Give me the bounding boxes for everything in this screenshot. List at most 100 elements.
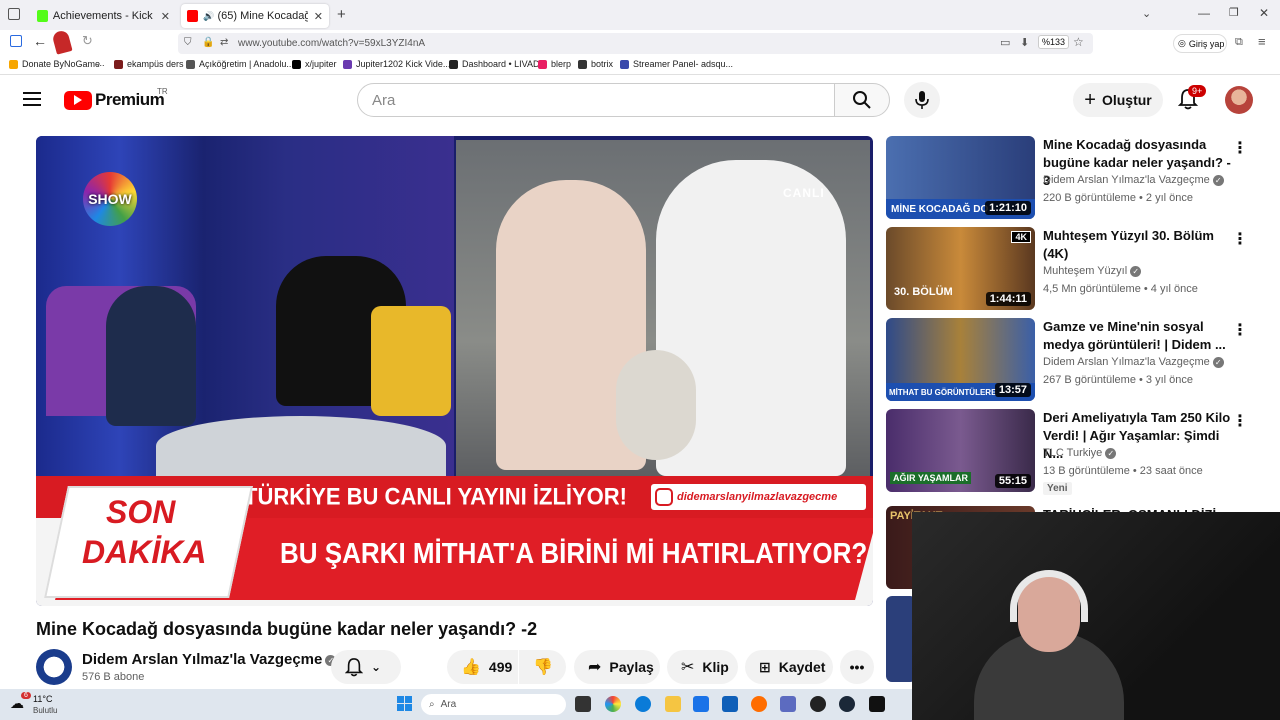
recommendation-thumbnail[interactable]: MİTHAT BU GÖRÜNTÜLERE 13:57 [886,318,1035,401]
recommendation-thumbnail[interactable]: 4K 30. BÖLÜM 1:44:11 [886,227,1035,310]
bookmark-item[interactable]: x/jupiter [292,59,337,69]
dislike-button[interactable]: 👎 [519,650,566,684]
obs-icon[interactable] [810,696,826,712]
close-icon[interactable]: ✕ [314,10,323,23]
channel-avatar[interactable] [36,649,72,685]
lower-third-banner: TÜRKİYE BU CANLI YAYINI İZLİYOR! didemar… [36,476,873,606]
bookmark-favicon-icon [620,59,629,69]
thumbs-up-icon: 👍 [461,659,481,676]
menu-icon[interactable]: ≡ [1258,34,1266,49]
tab-kick-dashboard[interactable]: Achievements - Kick Dashboard ✕ [31,4,176,28]
recommendation-meta: 220 B görüntüleme • 2 yıl önce [1043,192,1193,204]
bookmark-item[interactable]: blerp [538,59,571,69]
tab-youtube-video[interactable]: 🔊 (65) Mine Kocadağ dosyası ✕ [181,4,329,28]
edge-icon[interactable] [635,696,651,712]
channel-name[interactable]: Didem Arslan Yılmaz'la Vazgeçme ✓ [82,651,337,668]
signin-button[interactable]: ◎ Giriş yap [1173,34,1227,53]
bookmark-item[interactable]: Açıköğretim | Anadolu... [186,59,294,69]
tab-overview-icon[interactable] [8,8,20,20]
firefox-icon[interactable] [751,696,767,712]
microphone-icon [915,91,929,109]
extensions-icon[interactable]: ⧉ [1235,36,1243,49]
voice-search-button[interactable] [904,82,940,118]
copilot-icon[interactable] [605,696,621,712]
recommendation-item[interactable]: MİTHAT BU GÖRÜNTÜLERE 13:57 Gamze ve Min… [886,318,1256,403]
subscription-bell-button[interactable]: ⌄ [331,650,401,684]
bookmark-favicon-icon [578,59,587,69]
reload-icon[interactable]: ↻ [82,33,93,49]
bookmark-favicon-icon [186,59,195,69]
bookmark-item[interactable]: Streamer Panel- adsqu... [620,59,733,69]
teams-icon[interactable] [780,696,796,712]
lock-icon: 🔒 [202,37,215,48]
more-actions-button[interactable]: ••• [840,650,874,684]
show-tv-logo: SHOW [83,172,137,226]
recommendation-meta: 267 B görüntüleme • 3 yıl önce [1043,374,1193,386]
bookmark-favicon-icon [292,59,301,69]
save-button[interactable]: ⊞ Kaydet [745,650,833,684]
plus-icon: + [1084,88,1096,111]
zoom-level[interactable]: %133 [1038,35,1070,49]
screenshot-icon[interactable]: ⬇ [1020,36,1029,49]
file-explorer-icon[interactable] [665,696,681,712]
mail-icon[interactable] [722,696,738,712]
taskbar-search-input[interactable]: ⌕ Ara [421,694,566,715]
child-figure [616,350,696,460]
youtube-logo[interactable]: Premium [64,90,165,110]
store-icon[interactable] [693,696,709,712]
new-tab-icon[interactable]: + [337,6,346,23]
bookmark-item[interactable]: Jupiter1202 Kick Vide... [343,59,450,69]
bookmark-favicon-icon [114,59,123,69]
bookmark-star-icon[interactable]: ☆ [1073,35,1084,49]
window-close-icon[interactable]: ✕ [1259,6,1269,20]
webcam-overlay [912,512,1280,720]
recommendation-thumbnail[interactable]: AĞIR YAŞAMLAR 55:15 [886,409,1035,492]
search-button[interactable] [834,83,890,117]
share-button[interactable]: ➦ Paylaş [574,650,660,684]
epic-games-icon[interactable] [869,696,885,712]
bookmark-item[interactable]: Dashboard • LIVAD [449,59,540,69]
recommendation-thumbnail[interactable]: MİNE KOCADAĞ DO 1:21:10 [886,136,1035,219]
windows-start-icon[interactable] [397,696,412,711]
maximize-icon[interactable]: ❐ [1229,6,1239,19]
clip-button[interactable]: ✂ Klip [667,650,738,684]
recommendation-channel: TLC Turkiye ✓ [1043,447,1117,459]
bookmark-item[interactable]: ekampüs ders [114,59,184,69]
recommendation-item[interactable]: AĞIR YAŞAMLAR 55:15 Deri Ameliyatıyla Ta… [886,409,1256,499]
bookmark-item[interactable]: botrix [578,59,613,69]
like-button[interactable]: 👍 499 [447,650,518,684]
create-button[interactable]: + Oluştur [1073,83,1163,117]
hamburger-menu-icon[interactable] [23,92,41,106]
verified-icon: ✓ [1130,265,1142,277]
kebab-menu-icon[interactable]: ⋮ [1232,320,1248,340]
kebab-menu-icon[interactable]: ⋮ [1232,229,1248,249]
search-input[interactable]: Ara [357,83,835,117]
kebab-menu-icon[interactable]: ⋮ [1232,411,1248,431]
tab-list-chevron-icon[interactable]: ⌄ [1142,7,1151,20]
kebab-menu-icon[interactable]: ⋮ [1232,138,1248,158]
sidebar-toggle-icon[interactable] [10,35,22,47]
close-icon[interactable]: ✕ [161,10,170,23]
bell-icon [345,658,363,677]
back-icon[interactable]: ← [33,33,47,49]
studio-table [156,416,446,476]
duration-badge: 1:21:10 [985,201,1031,215]
address-bar[interactable]: ⛉ 🔒 ⇄ www.youtube.com/watch?v=59xL3YZI4n… [178,33,1093,54]
minimize-icon[interactable]: — [1198,6,1210,20]
task-view-icon[interactable] [575,696,591,712]
recommendation-item[interactable]: 4K 30. BÖLÜM 1:44:11 Muhteşem Yüzyıl 30.… [886,227,1256,312]
recommendation-item[interactable]: MİNE KOCADAĞ DO 1:21:10 Mine Kocadağ dos… [886,136,1256,221]
avatar[interactable] [1225,86,1253,114]
bookmark-item[interactable]: Donate ByNoGame [9,59,100,69]
live-label: CANLI [783,186,825,200]
windows-taskbar: ☁ 6 11°C Bulutlu ⌕ Ara [0,689,912,720]
search-icon: ⌕ [429,699,435,710]
steam-icon[interactable] [839,696,855,712]
weather-widget[interactable]: ☁ 6 11°C Bulutlu [8,691,88,719]
notifications-button[interactable]: 9+ [1177,85,1207,115]
reader-view-icon[interactable]: ▭ [1000,36,1010,49]
subscriber-count: 576 B abone [82,671,145,683]
scissors-icon: ✂ [681,659,695,676]
video-player[interactable]: SHOW CANLI TÜRKİYE BU CANLI YAYINI İZLİY… [36,136,873,606]
url-text[interactable]: www.youtube.com/watch?v=59xL3YZI4nA [238,38,425,49]
